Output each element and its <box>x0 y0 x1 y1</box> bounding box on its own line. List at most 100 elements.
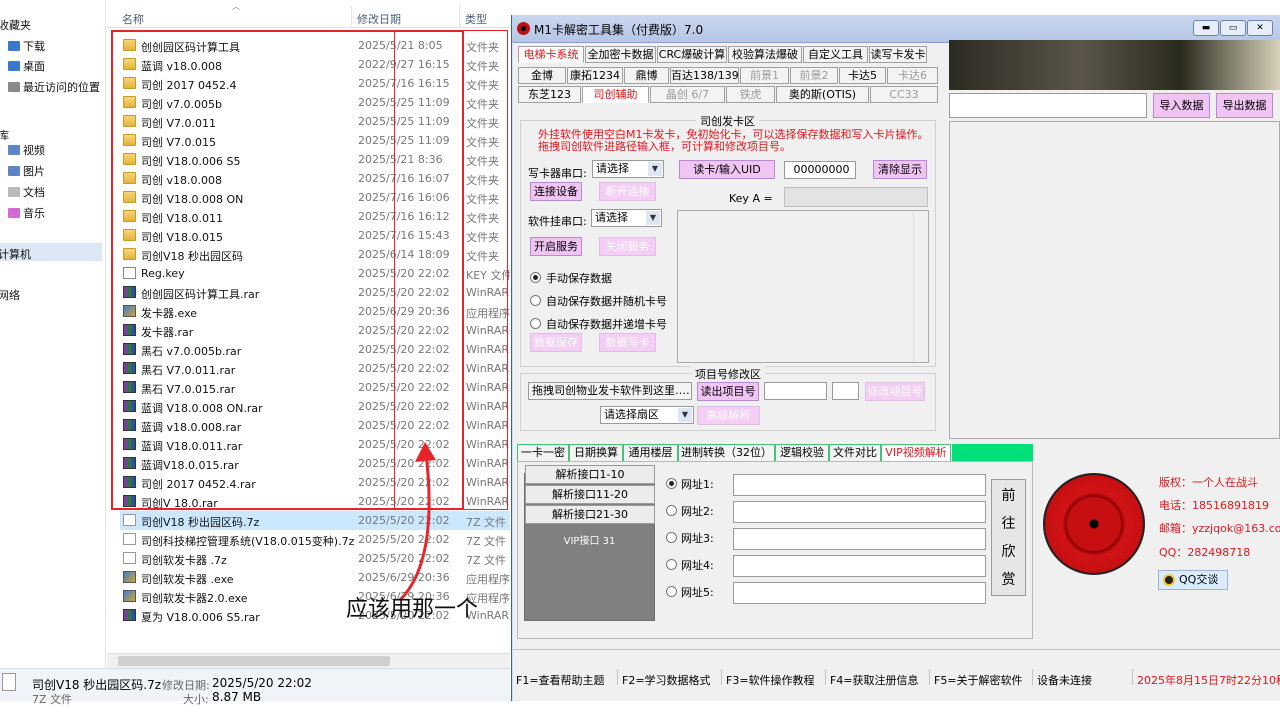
footer-item: 2025年8月15日7时22分10秒 <box>1137 674 1280 687</box>
minimize-button[interactable]: ▬ <box>1193 20 1219 36</box>
file-7z-icon <box>123 533 136 545</box>
appreciate-label: 前往欣赏 <box>1001 488 1016 588</box>
file-explorer: 收藏夹 下载 桌面 最近访问的位置库视频 图片 文档 音乐 计算机 网络 名称 ︿ 修改日期 类… <box>0 0 510 706</box>
file-7z-icon <box>123 552 136 564</box>
footer-item: F5=关于解密软件 <box>934 674 1023 687</box>
details-size-label: 大小: <box>183 693 209 706</box>
modify-project-button[interactable]: 修改项目号 <box>865 382 925 401</box>
disconnect-button[interactable]: 断开连接 <box>599 182 656 201</box>
hook-port-value: 请选择 <box>595 211 628 224</box>
details-modified: 2025/5/20 22:02 <box>212 676 312 690</box>
sector-select[interactable]: 请选择扇区 ▼ <box>600 406 694 424</box>
writer-port-select[interactable]: 请选择 ▼ <box>592 160 664 178</box>
url-input[interactable] <box>733 582 986 604</box>
tab[interactable]: 晶创 6/7 <box>650 86 725 103</box>
url-radio[interactable] <box>666 478 677 489</box>
issue-legend: 司创发卡区 <box>696 113 759 129</box>
key-a-field[interactable] <box>784 187 928 207</box>
close-button[interactable]: ✕ <box>1247 20 1273 36</box>
project-input[interactable] <box>764 382 827 400</box>
url-radio[interactable] <box>666 586 677 597</box>
annotation-text: 应该用那一个 <box>346 597 479 622</box>
window-title: M1卡解密工具集（付费版）7.0 <box>534 23 704 37</box>
url-input[interactable] <box>733 501 986 523</box>
url-label: 网址4: <box>681 559 714 572</box>
exe-app-icon <box>123 571 136 583</box>
export-data-button[interactable]: 导出数据 <box>1216 93 1273 118</box>
qq-chat-button[interactable]: QQ交谈 <box>1158 570 1228 590</box>
save-mode-radio[interactable] <box>530 318 541 329</box>
url-input[interactable] <box>733 474 986 496</box>
tab[interactable]: 鼎博 <box>624 67 669 84</box>
file-type: 7Z 文件 <box>466 535 507 548</box>
uid-input[interactable]: 00000000 <box>784 161 856 179</box>
connect-device-button[interactable]: 连接设备 <box>530 182 582 201</box>
advanced-parse-button[interactable]: 高级解析 <box>697 406 760 425</box>
qq-number: QQ：282498718 <box>1159 546 1251 559</box>
tab[interactable]: 铁虎 <box>726 86 775 103</box>
tab[interactable]: 司创辅助 <box>582 86 649 103</box>
file-type: 7Z 文件 <box>466 554 507 567</box>
url-input[interactable] <box>733 528 986 550</box>
url-input[interactable] <box>733 555 986 577</box>
go-appreciate-button[interactable]: 前往欣赏 <box>991 479 1026 596</box>
path-input[interactable]: 拖拽司创物业发卡软件到这里…… <box>528 382 692 400</box>
data-panel <box>949 121 1280 439</box>
interface-button[interactable]: 解析接口11-20 <box>525 485 655 504</box>
footer-item: F1=查看帮助主题 <box>516 674 605 687</box>
tab[interactable]: CC33 <box>870 86 938 103</box>
details-type: 7Z 文件 <box>32 693 73 706</box>
brand-tabs-2: 东芝123 司创辅助 晶创 6/7 铁虎 奥的斯(OTIS) CC33 <box>513 43 943 103</box>
save-mode-radio[interactable] <box>530 295 541 306</box>
url-label: 网址5: <box>681 586 714 599</box>
tab[interactable]: 康拓1234 <box>567 67 623 84</box>
interface-button[interactable]: 解析接口21-30 <box>525 505 655 524</box>
client-area: 电梯卡系统 全加密卡数据 CRC爆破计算 校验算法爆破 自定义工具 读写卡发卡 金博 康拓1… <box>513 40 1280 701</box>
maximize-button[interactable]: ▭ <box>1220 20 1246 36</box>
url-label: 网址2: <box>681 505 714 518</box>
save-data-button[interactable]: 数据保存 <box>530 333 582 352</box>
log-textarea[interactable] <box>677 210 929 363</box>
tab[interactable]: 百达138/139 <box>670 67 739 84</box>
sector-select-value: 请选择扇区 <box>604 408 659 421</box>
details-pane: 司创V18 秒出园区码.7z 修改日期: 2025/5/20 22:02 7Z … <box>0 668 510 706</box>
url-radio[interactable] <box>666 532 677 543</box>
save-mode-radio[interactable] <box>530 272 541 283</box>
file-name: 司创软发卡器 .7z <box>141 554 227 567</box>
details-size: 8.87 MB <box>212 690 262 704</box>
import-data-button[interactable]: 导入数据 <box>1153 93 1210 118</box>
tab[interactable]: 卡达5 <box>839 67 886 84</box>
start-service-button[interactable]: 开启服务 <box>530 237 582 256</box>
tab[interactable]: 金博 <box>518 67 566 84</box>
hook-port-label: 软件挂串口: <box>528 215 587 228</box>
stop-service-button[interactable]: 关闭服务 <box>599 237 656 256</box>
tab[interactable]: 前景2 <box>790 67 838 84</box>
read-uid-button[interactable]: 读卡/输入UID <box>679 160 775 179</box>
tab[interactable]: 前景1 <box>740 67 789 84</box>
url-radio[interactable] <box>666 559 677 570</box>
footer-separator <box>1132 669 1133 685</box>
hook-port-select[interactable]: 请选择 ▼ <box>591 209 662 227</box>
qq-penguin-icon <box>1163 574 1175 586</box>
footer-divider <box>513 649 1280 650</box>
import-path-input[interactable] <box>949 93 1147 118</box>
file-7z-icon <box>2 673 16 691</box>
tab[interactable]: 卡达6 <box>887 67 938 84</box>
write-card-button[interactable]: 数据写卡 <box>599 333 656 352</box>
url-label: 网址1: <box>681 478 714 491</box>
file-name: 司创科技梯控管理系统(V18.0.015变种).7z <box>141 535 355 548</box>
footer-separator <box>721 669 722 685</box>
scrollbar-thumb[interactable] <box>118 656 390 666</box>
project-input-2[interactable] <box>832 382 859 400</box>
log-scrollbar[interactable] <box>913 211 928 362</box>
tab[interactable]: 奥的斯(OTIS) <box>776 86 869 103</box>
file-type: 7Z 文件 <box>466 516 507 529</box>
url-radio[interactable] <box>666 505 677 516</box>
writer-port-label: 写卡器串口: <box>528 167 587 180</box>
clear-display-button[interactable]: 清除显示 <box>873 160 927 179</box>
chevron-down-icon: ▼ <box>678 408 692 422</box>
footer-item: 设备未连接 <box>1037 674 1092 687</box>
interface-button[interactable]: 解析接口1-10 <box>525 465 655 484</box>
read-project-button[interactable]: 读出项目号 <box>697 382 759 401</box>
tab[interactable]: 东芝123 <box>518 86 581 103</box>
